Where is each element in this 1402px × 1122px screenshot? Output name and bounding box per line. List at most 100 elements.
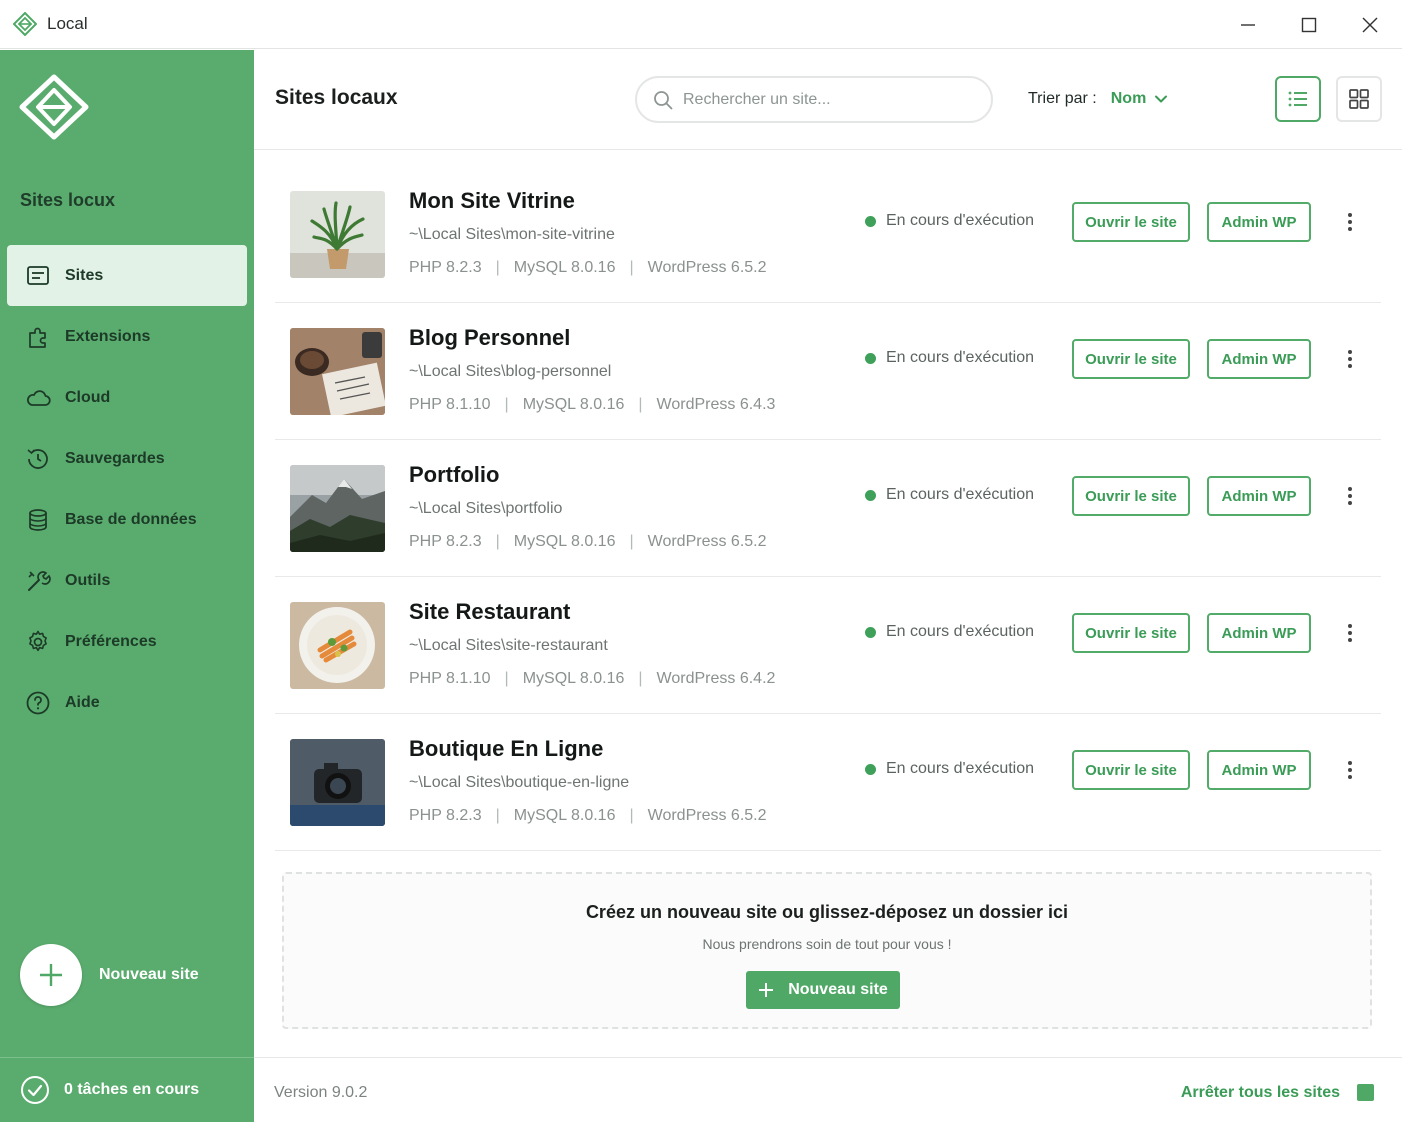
sidebar-item-sauvegardes[interactable]: Sauvegardes: [7, 428, 247, 489]
sort-value[interactable]: Nom: [1111, 90, 1147, 108]
site-row[interactable]: Site Restaurant ~\Local Sites\site-resta…: [275, 577, 1381, 714]
title-bar: Local: [0, 0, 1402, 49]
list-view-button[interactable]: [1275, 76, 1321, 122]
site-name[interactable]: Boutique En Ligne: [409, 736, 603, 762]
search-input[interactable]: [683, 90, 973, 109]
sidebar-section-title: Sites locux: [20, 190, 116, 210]
search-box[interactable]: [635, 76, 993, 123]
admin-wp-button[interactable]: Admin WP: [1207, 613, 1311, 653]
site-versions: PHP 8.2.3 | MySQL 8.0.16 | WordPress 6.5.2: [409, 533, 767, 550]
plus-icon: [40, 964, 62, 986]
new-site-dropzone[interactable]: Créez un nouveau site ou glissez-déposez…: [282, 872, 1372, 1029]
admin-wp-button[interactable]: Admin WP: [1207, 202, 1311, 242]
cloud-icon: [27, 389, 51, 406]
more-options-button[interactable]: [1338, 344, 1362, 374]
sidebar-item-label: Préférences: [65, 632, 157, 650]
site-path: ~\Local Sites\portfolio: [409, 500, 563, 517]
grid-view-button[interactable]: [1336, 76, 1382, 122]
more-options-button[interactable]: [1338, 755, 1362, 785]
sidebar-item-cloud[interactable]: Cloud: [7, 367, 247, 428]
mysql-version: MySQL 8.0.16: [513, 807, 616, 824]
minimize-button[interactable]: [1218, 0, 1278, 49]
open-site-button[interactable]: Ouvrir le site: [1072, 476, 1190, 516]
sidebar-new-site-button[interactable]: Nouveau site: [20, 944, 199, 1006]
site-status: En cours d'exécution: [865, 349, 1034, 367]
site-status: En cours d'exécution: [865, 486, 1034, 504]
dropzone-title: Créez un nouveau site ou glissez-déposez…: [585, 902, 1069, 922]
site-name[interactable]: Blog Personnel: [409, 325, 570, 351]
stop-all-sites-link[interactable]: Arrêter tous les sites: [1181, 1084, 1340, 1102]
list-view-icon: [1288, 91, 1307, 107]
site-thumbnail-camera: [290, 739, 385, 826]
open-site-button[interactable]: Ouvrir le site: [1072, 339, 1190, 379]
status-dot: [865, 626, 876, 638]
site-row[interactable]: Portfolio ~\Local Sites\portfolio PHP 8.…: [275, 440, 1381, 577]
maximize-button[interactable]: [1279, 0, 1339, 49]
plus-icon: [759, 983, 774, 997]
status-dot: [865, 763, 876, 775]
more-options-button[interactable]: [1338, 481, 1362, 511]
window-title: Local: [47, 14, 88, 33]
site-thumbnail-plant: [290, 191, 385, 278]
php-version: PHP 8.1.10: [409, 396, 491, 413]
status-dot: [865, 489, 876, 501]
open-site-button[interactable]: Ouvrir le site: [1072, 750, 1190, 790]
sidebar-nav: Sites Extensions Cloud Sauvegardes Base …: [7, 245, 247, 733]
site-name[interactable]: Portfolio: [409, 462, 499, 488]
close-icon: [1362, 17, 1378, 32]
gear-icon: [29, 630, 47, 651]
mysql-version: MySQL 8.0.16: [513, 533, 616, 550]
chevron-down-icon: [1155, 95, 1168, 103]
close-button[interactable]: [1340, 0, 1400, 49]
site-name[interactable]: Site Restaurant: [409, 599, 570, 625]
site-row[interactable]: Mon Site Vitrine ~\Local Sites\mon-site-…: [275, 166, 1381, 303]
status-dot: [865, 215, 876, 227]
php-version: PHP 8.2.3: [409, 807, 482, 824]
sidebar-item-help[interactable]: Aide: [7, 672, 247, 733]
sites-list: Mon Site Vitrine ~\Local Sites\mon-site-…: [275, 166, 1381, 851]
open-site-button[interactable]: Ouvrir le site: [1072, 202, 1190, 242]
main-content: Sites locaux Trier par : Nom Mon Site: [254, 50, 1402, 1122]
sites-icon: [27, 265, 49, 285]
sidebar-item-extensions[interactable]: Extensions: [7, 306, 247, 367]
sidebar-item-sites[interactable]: Sites: [7, 245, 247, 306]
php-version: PHP 8.2.3: [409, 533, 482, 550]
new-site-button[interactable]: Nouveau site: [746, 971, 900, 1009]
sidebar-item-label: Cloud: [65, 388, 111, 406]
site-versions: PHP 8.2.3 | MySQL 8.0.16 | WordPress 6.5.2: [409, 807, 767, 824]
tasks-status[interactable]: 0 tâches en cours: [0, 1057, 254, 1122]
site-path: ~\Local Sites\mon-site-vitrine: [409, 226, 615, 243]
status-label: En cours d'exécution: [886, 212, 1035, 229]
stop-all-square-icon[interactable]: [1357, 1084, 1374, 1101]
status-label: En cours d'exécution: [886, 760, 1035, 777]
more-options-button[interactable]: [1338, 207, 1362, 237]
sidebar-item-preferences[interactable]: Préférences: [7, 611, 247, 672]
site-name[interactable]: Mon Site Vitrine: [409, 188, 575, 214]
php-version: PHP 8.1.10: [409, 670, 491, 687]
sidebar-item-label: Sites: [65, 266, 104, 284]
site-status: En cours d'exécution: [865, 760, 1034, 778]
page-title: Sites locaux: [275, 86, 398, 109]
minimize-icon: [1241, 23, 1255, 26]
more-vertical-icon: [1348, 350, 1352, 368]
site-row[interactable]: Boutique En Ligne ~\Local Sites\boutique…: [275, 714, 1381, 851]
status-label: En cours d'exécution: [886, 486, 1035, 503]
sort-control[interactable]: Trier par : Nom: [1028, 90, 1168, 108]
database-icon: [29, 508, 47, 531]
more-options-button[interactable]: [1338, 618, 1362, 648]
local-logo: [19, 74, 89, 140]
open-site-button[interactable]: Ouvrir le site: [1072, 613, 1190, 653]
sidebar: Sites locux Sites Extensions Cloud Sauve…: [0, 50, 254, 1122]
admin-wp-button[interactable]: Admin WP: [1207, 750, 1311, 790]
admin-wp-button[interactable]: Admin WP: [1207, 476, 1311, 516]
mysql-version: MySQL 8.0.16: [522, 396, 625, 413]
more-vertical-icon: [1348, 761, 1352, 779]
status-label: En cours d'exécution: [886, 349, 1035, 366]
status-dot: [865, 352, 876, 364]
sidebar-item-database[interactable]: Base de données: [7, 489, 247, 550]
site-row[interactable]: Blog Personnel ~\Local Sites\blog-person…: [275, 303, 1381, 440]
admin-wp-button[interactable]: Admin WP: [1207, 339, 1311, 379]
backup-icon: [27, 448, 48, 469]
site-status: En cours d'exécution: [865, 623, 1034, 641]
sidebar-item-tools[interactable]: Outils: [7, 550, 247, 611]
